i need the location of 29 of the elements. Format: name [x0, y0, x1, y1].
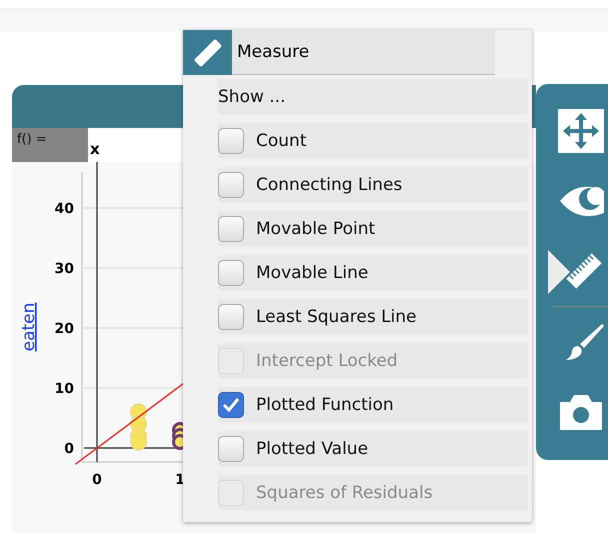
- paintbrush-icon: [564, 322, 604, 362]
- check-icon: [222, 396, 240, 412]
- tick-label: 0: [92, 472, 102, 488]
- menu-heading: Show ...: [218, 86, 286, 106]
- menu-item[interactable]: Movable Line: [218, 255, 528, 290]
- checkbox[interactable]: [218, 260, 244, 286]
- menu-item[interactable]: Connecting Lines: [218, 167, 528, 202]
- formula-value: x: [89, 140, 100, 160]
- menu-title: Measure: [232, 30, 495, 75]
- checkbox[interactable]: [218, 128, 244, 154]
- tick-label: 30: [54, 261, 74, 277]
- tick-label: 10: [54, 381, 74, 397]
- formula-label: f() =: [12, 128, 88, 162]
- tick-label: 0: [64, 441, 74, 457]
- move-icon: [558, 109, 604, 153]
- axis-label[interactable]: eaten: [19, 302, 39, 352]
- checkbox[interactable]: [218, 172, 244, 198]
- camera-icon: [558, 392, 604, 432]
- menu-item[interactable]: Least Squares Line: [218, 299, 528, 334]
- tick-label: 40: [54, 201, 74, 217]
- checkbox[interactable]: [218, 436, 244, 462]
- checkbox[interactable]: [218, 216, 244, 242]
- menu-item[interactable]: Movable Point: [218, 211, 528, 246]
- menu-item[interactable]: Plotted Function: [218, 387, 528, 422]
- checkbox[interactable]: [218, 304, 244, 330]
- menu-item[interactable]: Plotted Value: [218, 431, 528, 466]
- checkbox[interactable]: [218, 392, 244, 418]
- menu-item[interactable]: Count: [218, 123, 528, 158]
- tick-label: 20: [54, 321, 74, 337]
